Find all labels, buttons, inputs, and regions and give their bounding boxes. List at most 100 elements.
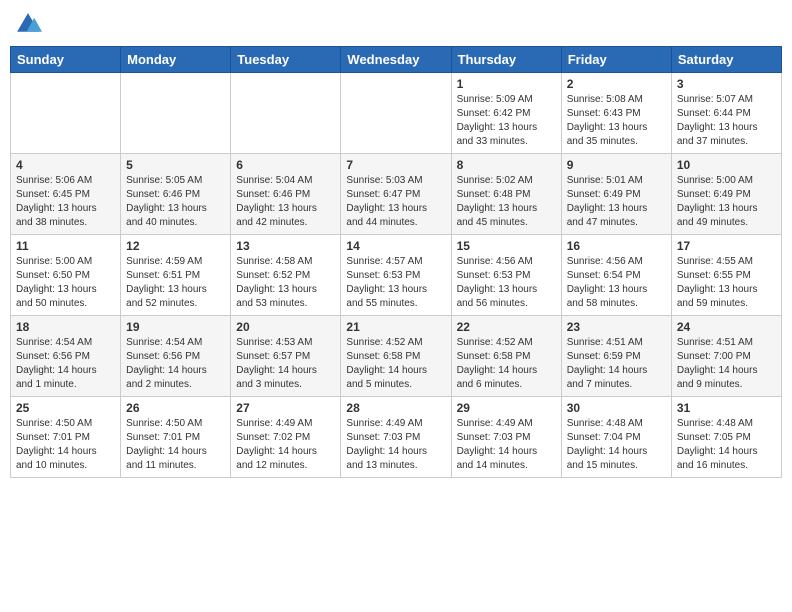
calendar-cell: 6Sunrise: 5:04 AM Sunset: 6:46 PM Daylig… (231, 154, 341, 235)
day-number: 2 (567, 77, 666, 91)
day-number: 24 (677, 320, 776, 334)
day-number: 3 (677, 77, 776, 91)
calendar-cell: 4 Sunrise: 5:06 AM Sunset: 6:45 PM Daylig… (11, 154, 121, 235)
calendar-cell: 19 Sunrise: 4:54 AM Sunset: 6:56 PM Dayli… (121, 316, 231, 397)
day-number: 23 (567, 320, 666, 334)
day-info: Sunrise: 4:59 AM Sunset: 6:51 PM Dayligh… (126, 255, 225, 311)
weekday-header-row: SundayMondayTuesdayWednesdayThursdayFrid… (11, 47, 782, 73)
weekday-header-saturday: Saturday (671, 47, 781, 73)
day-info: Sunrise: 4:51 AM Sunset: 7:00 PM Dayligh… (677, 336, 776, 392)
calendar-week-row: 4 Sunrise: 5:06 AM Sunset: 6:45 PM Daylig… (11, 154, 782, 235)
day-info: Sunrise: 4:51 AM Sunset: 6:59 PM Dayligh… (567, 336, 666, 392)
calendar-cell: 30 Sunrise: 4:48 AM Sunset: 7:04 PM Dayli… (561, 397, 671, 478)
day-info: Sunrise: 5:06 AM Sunset: 6:45 PM Dayligh… (16, 174, 115, 230)
logo-icon (14, 10, 42, 38)
day-info: Sunrise: 5:02 AM Sunset: 6:48 PM Dayligh… (457, 174, 556, 230)
day-info: Sunrise: 5:09 AM Sunset: 6:42 PM Dayligh… (457, 93, 556, 149)
page-header (10, 10, 782, 38)
weekday-header-wednesday: Wednesday (341, 47, 451, 73)
day-info: Sunrise: 4:49 AM Sunset: 7:02 PM Dayligh… (236, 417, 335, 473)
day-number: 12 (126, 239, 225, 253)
calendar-cell: 27 Sunrise: 4:49 AM Sunset: 7:02 PM Dayli… (231, 397, 341, 478)
day-info: Sunrise: 5:05 AM Sunset: 6:46 PM Dayligh… (126, 174, 225, 230)
day-info: Sunrise: 4:50 AM Sunset: 7:01 PM Dayligh… (126, 417, 225, 473)
day-number: 28 (346, 401, 445, 415)
day-info: Sunrise: 5:04 AM Sunset: 6:46 PM Dayligh… (236, 174, 335, 230)
calendar-cell: 26Sunrise: 4:50 AM Sunset: 7:01 PM Dayli… (121, 397, 231, 478)
day-info: Sunrise: 4:52 AM Sunset: 6:58 PM Dayligh… (346, 336, 445, 392)
calendar-cell: 10 Sunrise: 5:00 AM Sunset: 6:49 PM Dayli… (671, 154, 781, 235)
day-number: 19 (126, 320, 225, 334)
day-number: 27 (236, 401, 335, 415)
day-info: Sunrise: 4:55 AM Sunset: 6:55 PM Dayligh… (677, 255, 776, 311)
calendar-cell: 7 Sunrise: 5:03 AM Sunset: 6:47 PM Daylig… (341, 154, 451, 235)
day-info: Sunrise: 4:54 AM Sunset: 6:56 PM Dayligh… (126, 336, 225, 392)
weekday-header-tuesday: Tuesday (231, 47, 341, 73)
calendar-cell: 13 Sunrise: 4:58 AM Sunset: 6:52 PM Dayli… (231, 235, 341, 316)
weekday-header-sunday: Sunday (11, 47, 121, 73)
day-number: 22 (457, 320, 556, 334)
calendar-cell: 29Sunrise: 4:49 AM Sunset: 7:03 PM Dayli… (451, 397, 561, 478)
calendar-cell: 8 Sunrise: 5:02 AM Sunset: 6:48 PM Daylig… (451, 154, 561, 235)
day-number: 16 (567, 239, 666, 253)
calendar-cell: 31 Sunrise: 4:48 AM Sunset: 7:05 PM Dayli… (671, 397, 781, 478)
calendar-week-row: 11 Sunrise: 5:00 AM Sunset: 6:50 PM Dayli… (11, 235, 782, 316)
calendar-cell: 9 Sunrise: 5:01 AM Sunset: 6:49 PM Daylig… (561, 154, 671, 235)
calendar-cell: 11 Sunrise: 5:00 AM Sunset: 6:50 PM Dayli… (11, 235, 121, 316)
day-info: Sunrise: 4:57 AM Sunset: 6:53 PM Dayligh… (346, 255, 445, 311)
day-number: 30 (567, 401, 666, 415)
day-number: 8 (457, 158, 556, 172)
calendar-cell: 1 Sunrise: 5:09 AM Sunset: 6:42 PM Daylig… (451, 73, 561, 154)
day-number: 4 (16, 158, 115, 172)
calendar-cell (11, 73, 121, 154)
calendar-cell (231, 73, 341, 154)
day-info: Sunrise: 5:07 AM Sunset: 6:44 PM Dayligh… (677, 93, 776, 149)
calendar-cell (341, 73, 451, 154)
day-info: Sunrise: 5:00 AM Sunset: 6:50 PM Dayligh… (16, 255, 115, 311)
calendar-cell: 20Sunrise: 4:53 AM Sunset: 6:57 PM Dayli… (231, 316, 341, 397)
calendar-week-row: 25 Sunrise: 4:50 AM Sunset: 7:01 PM Dayli… (11, 397, 782, 478)
day-number: 18 (16, 320, 115, 334)
day-number: 7 (346, 158, 445, 172)
day-info: Sunrise: 4:52 AM Sunset: 6:58 PM Dayligh… (457, 336, 556, 392)
day-info: Sunrise: 4:56 AM Sunset: 6:54 PM Dayligh… (567, 255, 666, 311)
day-number: 29 (457, 401, 556, 415)
day-number: 1 (457, 77, 556, 91)
calendar-cell (121, 73, 231, 154)
calendar-cell: 2 Sunrise: 5:08 AM Sunset: 6:43 PM Daylig… (561, 73, 671, 154)
day-info: Sunrise: 5:00 AM Sunset: 6:49 PM Dayligh… (677, 174, 776, 230)
day-number: 9 (567, 158, 666, 172)
calendar-cell: 5Sunrise: 5:05 AM Sunset: 6:46 PM Daylig… (121, 154, 231, 235)
calendar-cell: 3 Sunrise: 5:07 AM Sunset: 6:44 PM Daylig… (671, 73, 781, 154)
day-info: Sunrise: 4:49 AM Sunset: 7:03 PM Dayligh… (346, 417, 445, 473)
calendar-week-row: 1 Sunrise: 5:09 AM Sunset: 6:42 PM Daylig… (11, 73, 782, 154)
day-info: Sunrise: 4:58 AM Sunset: 6:52 PM Dayligh… (236, 255, 335, 311)
day-number: 11 (16, 239, 115, 253)
day-number: 10 (677, 158, 776, 172)
calendar-cell: 17 Sunrise: 4:55 AM Sunset: 6:55 PM Dayli… (671, 235, 781, 316)
day-number: 13 (236, 239, 335, 253)
calendar-cell: 22 Sunrise: 4:52 AM Sunset: 6:58 PM Dayli… (451, 316, 561, 397)
day-number: 17 (677, 239, 776, 253)
weekday-header-monday: Monday (121, 47, 231, 73)
day-info: Sunrise: 5:01 AM Sunset: 6:49 PM Dayligh… (567, 174, 666, 230)
day-info: Sunrise: 5:03 AM Sunset: 6:47 PM Dayligh… (346, 174, 445, 230)
logo (14, 10, 44, 38)
day-number: 25 (16, 401, 115, 415)
day-info: Sunrise: 5:08 AM Sunset: 6:43 PM Dayligh… (567, 93, 666, 149)
day-number: 14 (346, 239, 445, 253)
weekday-header-thursday: Thursday (451, 47, 561, 73)
day-info: Sunrise: 4:56 AM Sunset: 6:53 PM Dayligh… (457, 255, 556, 311)
calendar-cell: 16 Sunrise: 4:56 AM Sunset: 6:54 PM Dayli… (561, 235, 671, 316)
calendar-cell: 18Sunrise: 4:54 AM Sunset: 6:56 PM Dayli… (11, 316, 121, 397)
day-info: Sunrise: 4:48 AM Sunset: 7:04 PM Dayligh… (567, 417, 666, 473)
calendar-week-row: 18 Sunrise: 4:54 AM Sunset: 6:56 PM Dayli… (11, 316, 782, 397)
calendar-cell: 12 Sunrise: 4:59 AM Sunset: 6:51 PM Dayli… (121, 235, 231, 316)
calendar-cell: 14 Sunrise: 4:57 AM Sunset: 6:53 PM Dayli… (341, 235, 451, 316)
calendar-cell: 24 Sunrise: 4:51 AM Sunset: 7:00 PM Dayli… (671, 316, 781, 397)
day-info: Sunrise: 4:48 AM Sunset: 7:05 PM Dayligh… (677, 417, 776, 473)
day-number: 21 (346, 320, 445, 334)
day-number: 31 (677, 401, 776, 415)
calendar-cell: 28 Sunrise: 4:49 AM Sunset: 7:03 PM Dayli… (341, 397, 451, 478)
day-info: Sunrise: 4:50 AM Sunset: 7:01 PM Dayligh… (16, 417, 115, 473)
